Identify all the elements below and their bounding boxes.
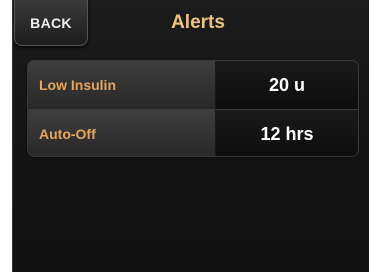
setting-row-auto-off[interactable]: Auto-Off 12 hrs — [28, 109, 358, 156]
page: BACK Alerts Low Insulin 20 u Auto-Off 12… — [0, 0, 371, 272]
setting-label: Low Insulin — [28, 61, 216, 109]
page-title: Alerts — [171, 12, 225, 33]
setting-value[interactable]: 12 hrs — [216, 110, 358, 156]
setting-label: Auto-Off — [28, 110, 216, 156]
device-screen: BACK Alerts Low Insulin 20 u Auto-Off 12… — [12, 0, 369, 272]
back-button[interactable]: BACK — [14, 0, 88, 46]
setting-row-low-insulin[interactable]: Low Insulin 20 u — [28, 61, 358, 109]
alerts-settings-list: Low Insulin 20 u Auto-Off 12 hrs — [27, 60, 359, 157]
setting-value[interactable]: 20 u — [216, 61, 358, 109]
